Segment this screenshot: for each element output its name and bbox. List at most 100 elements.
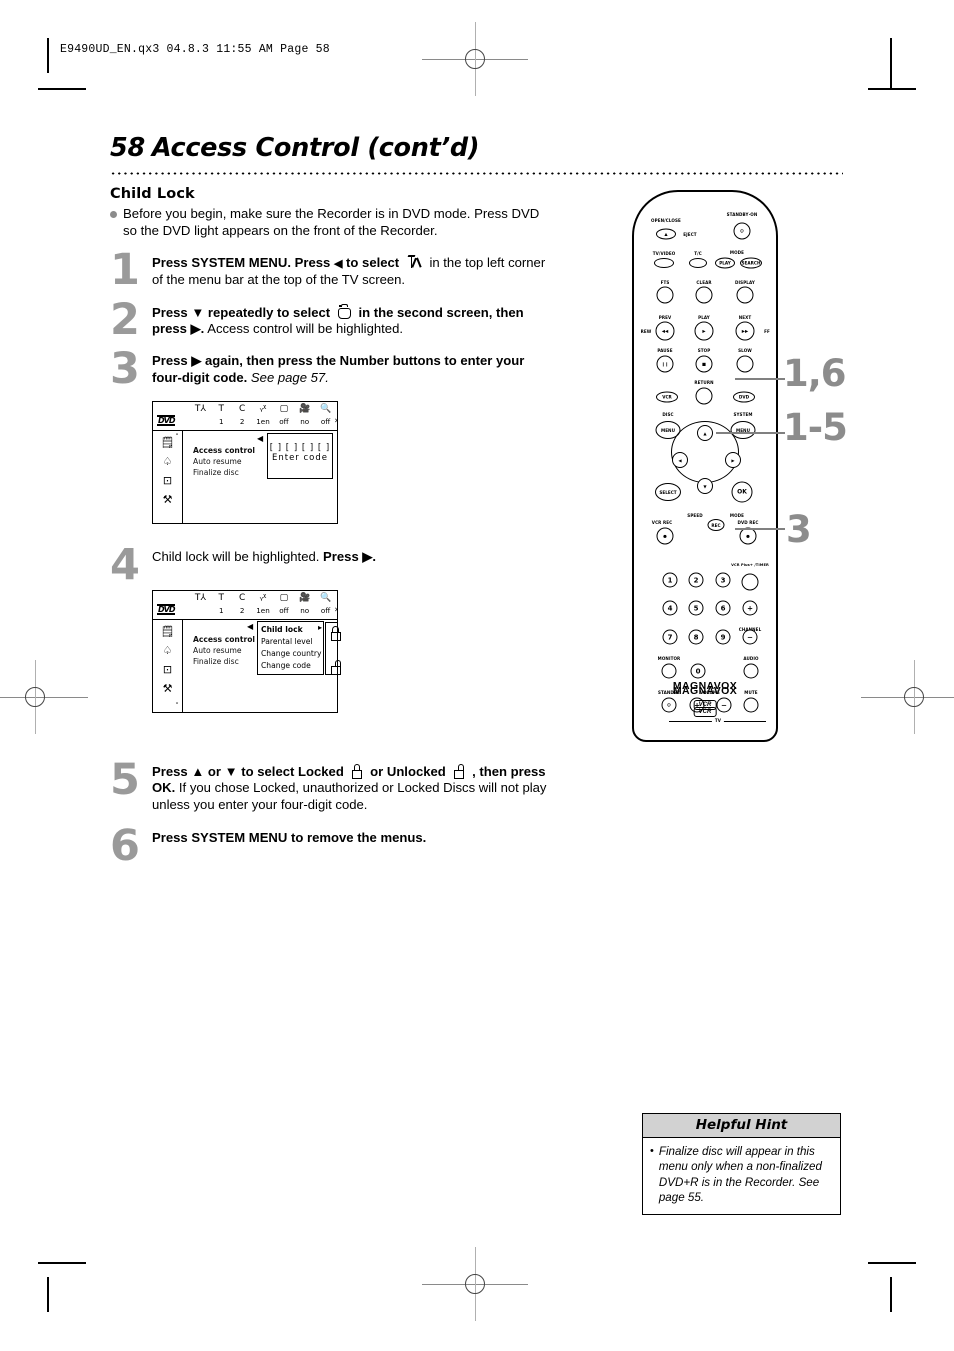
prev-button[interactable]: ◀◀ [655,321,675,341]
step-1-bold-a: Press SYSTEM MENU. Press [152,255,334,271]
monitor-button[interactable] [661,663,677,679]
helpful-hint-box: Helpful Hint • Finalize disc will appear… [642,1113,841,1215]
next-label: NEXT [738,315,752,320]
dvd-rec-button[interactable]: ● [739,527,757,545]
standby-on-button[interactable]: ⏻ [733,222,751,240]
play-mode-button[interactable]: PLAY [715,257,735,269]
osd-1-code-label: Enter code [271,453,328,464]
osd-1-left-caret-icon: ◀ [257,434,264,444]
clear-button[interactable] [695,286,713,304]
next-button[interactable]: ▶▶ [735,321,755,341]
tv-group-label: TV [711,718,725,723]
helpful-hint-body: • Finalize disc will appear in this menu… [643,1138,840,1214]
osd-2-left-caret-icon: ◀ [247,621,254,631]
number-2-button[interactable]: 2 [688,572,704,588]
channel-down-button[interactable]: − [742,629,758,645]
eject-button[interactable]: ▲ [656,228,676,240]
osd-2-val-1: 1 [219,605,224,615]
mute-button[interactable] [743,697,759,713]
step-4-bold-a: Press ▶. [323,549,377,565]
osd-2-val-5: no [300,605,310,615]
t-c-label: T/C [694,251,702,256]
osd-1-main: Access control Auto resume Finalize disc… [183,431,337,523]
unlocked-icon[interactable] [329,660,342,675]
registration-mark-top [422,22,528,96]
number-7-button[interactable]: 7 [662,629,678,645]
vcr-plus-timer-button[interactable] [741,573,759,591]
number-1-button[interactable]: 1 [662,572,678,588]
antenna-icon: T⅄ [194,404,206,415]
callout-leader-2 [716,432,785,434]
stop-button[interactable]: ■ [695,355,713,373]
helpful-hint-title: Helpful Hint [643,1114,840,1138]
title-icon: T [218,592,225,603]
nav-right-button[interactable]: ▶ [725,452,741,468]
zoom-icon: 🔍 [319,592,332,603]
osd-1-scrollbar[interactable]: ˄ [174,433,180,521]
zoom-icon: 🔍 [319,404,332,415]
callout-1-6: 1,6 [783,352,847,395]
ff-label: FF [764,329,770,334]
fts-button[interactable] [656,286,674,304]
channel-up-button[interactable]: + [742,600,758,616]
step-5-bold-a: Press ▲ or ▼ to select Locked [152,763,344,779]
audio-label: AUDIO [743,656,759,661]
remote-brand-name: MAGNAVOX [672,680,738,692]
ok-button[interactable]: OK [731,481,753,503]
audio-button[interactable] [743,663,759,679]
return-button[interactable] [695,387,713,405]
osd-2-submenu-row-3[interactable]: Change code [258,660,323,672]
slow-button[interactable] [736,355,754,373]
number-8-button[interactable]: 8 [688,629,704,645]
nav-left-button[interactable]: ◀ [672,452,688,468]
number-4-button[interactable]: 4 [662,600,678,616]
select-button[interactable]: SELECT [655,483,681,501]
pause-button[interactable]: ❙❙ [656,355,674,373]
search-mode-button[interactable]: SEARCH [740,257,762,269]
osd-1-val-6: off [320,417,331,427]
crop-mark-bottom-right-h [868,1262,916,1264]
play-button[interactable]: ▶ [694,321,714,341]
tv-standby-button[interactable]: ⏻ [661,697,677,713]
tv-video-button[interactable] [654,258,674,268]
nav-down-button[interactable]: ▼ [697,478,713,494]
display-button[interactable] [736,286,754,304]
registration-mark-right [861,660,954,734]
nav-up-button[interactable]: ▲ [697,425,713,441]
step-6-bold-a: Press SYSTEM MENU to remove the menus. [152,830,427,846]
osd-2-submenu-row-0[interactable]: Child lock [258,624,323,636]
callout-3: 3 [786,508,812,551]
osd-2-bar-icons: T⅄ T 1 C 2 ᵧᵡ 1en ▢ off 🎥 no 🔍 off [190,592,336,616]
registration-mark-bottom [422,1247,528,1321]
osd-2-submenu-row-1[interactable]: Parental level [258,636,323,648]
antenna-icon [407,254,422,269]
crop-mark-top-right-v [890,38,892,88]
step-4-number: 4 [110,540,140,591]
pause-label: PAUSE [657,348,673,353]
number-5-button[interactable]: 5 [688,600,704,616]
camera-icon: 🎥 [299,592,311,603]
vcr-button[interactable]: VCR [656,391,678,403]
locked-icon[interactable] [329,626,342,641]
volume-down-button[interactable]: − [716,697,732,713]
osd-menu-2: DVD T⅄ T1 C2 ᵧᵡ 1en ▢ off 🎥 no 🔍 off › 🗒 ♤ ⊡ [152,589,341,713]
dvd-button[interactable]: DVD [733,391,755,403]
t-c-button[interactable] [689,258,707,268]
osd-2-scrollbar[interactable]: ˅ [174,622,180,710]
number-3-button[interactable]: 3 [715,572,731,588]
osd-1-val-1: 1 [219,417,224,427]
dvd-rec-label: DVD REC [737,520,759,525]
tv-video-label: TV/VIDEO [652,251,676,256]
vcr-rec-button[interactable]: ● [656,527,674,545]
osd-1-code-mask[interactable]: [ ] [ ] [ ] [ ] [268,434,332,453]
callout-leader-1 [735,378,785,380]
speed-label: SPEED [687,513,703,518]
number-9-button[interactable]: 9 [715,629,731,645]
number-6-button[interactable]: 6 [715,600,731,616]
number-0-button[interactable]: 0 [690,663,706,679]
return-label: RETURN [694,380,714,385]
rec-button[interactable]: REC [707,519,725,531]
step-3-number: 3 [110,344,140,395]
title-dotted-rule [110,172,843,175]
osd-2-submenu-row-2[interactable]: Change country [258,648,323,660]
